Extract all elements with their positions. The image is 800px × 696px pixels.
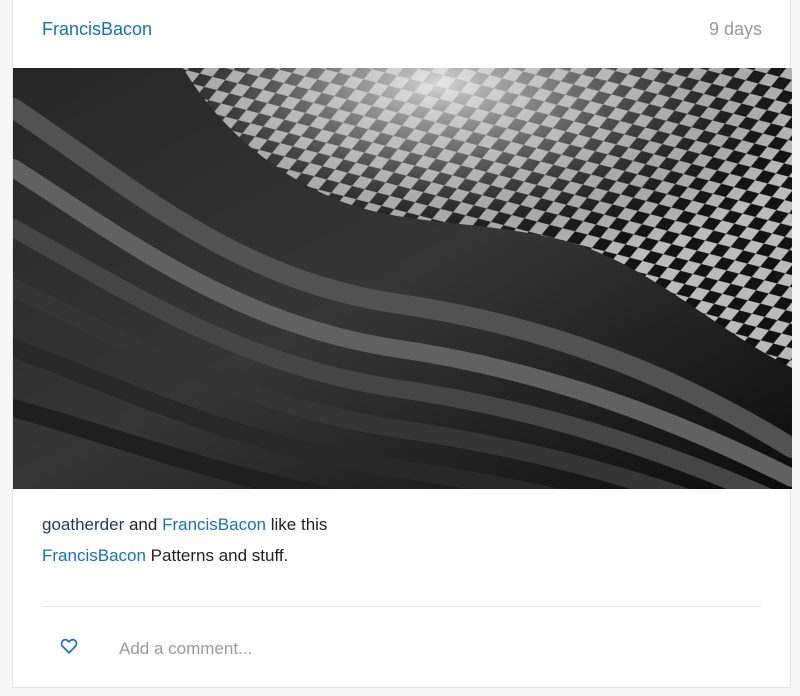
post-caption: FrancisBacon Patterns and stuff. bbox=[42, 545, 761, 567]
liker-link[interactable]: goatherder bbox=[42, 515, 124, 534]
post-header: FrancisBacon 9 days bbox=[13, 0, 790, 68]
caption-text: Patterns and stuff. bbox=[150, 546, 289, 565]
divider bbox=[42, 606, 761, 607]
likes-conjunction: and bbox=[128, 515, 158, 534]
post-meta: goatherder and FrancisBacon like this Fr… bbox=[42, 514, 761, 567]
likes-suffix: like this bbox=[270, 515, 328, 534]
caption-author-link[interactable]: FrancisBacon bbox=[42, 546, 146, 565]
post-timestamp: 9 days bbox=[708, 19, 762, 39]
post-photo bbox=[13, 68, 792, 489]
heart-outline-icon[interactable] bbox=[60, 637, 78, 655]
author-link[interactable]: FrancisBacon bbox=[42, 19, 152, 40]
likes-summary: goatherder and FrancisBacon like this bbox=[42, 514, 761, 536]
comment-input[interactable] bbox=[119, 636, 719, 662]
liker-link[interactable]: FrancisBacon bbox=[162, 515, 266, 534]
post-actions bbox=[13, 620, 790, 680]
post-card: FrancisBacon 9 days goatherder and Franc… bbox=[12, 0, 792, 688]
